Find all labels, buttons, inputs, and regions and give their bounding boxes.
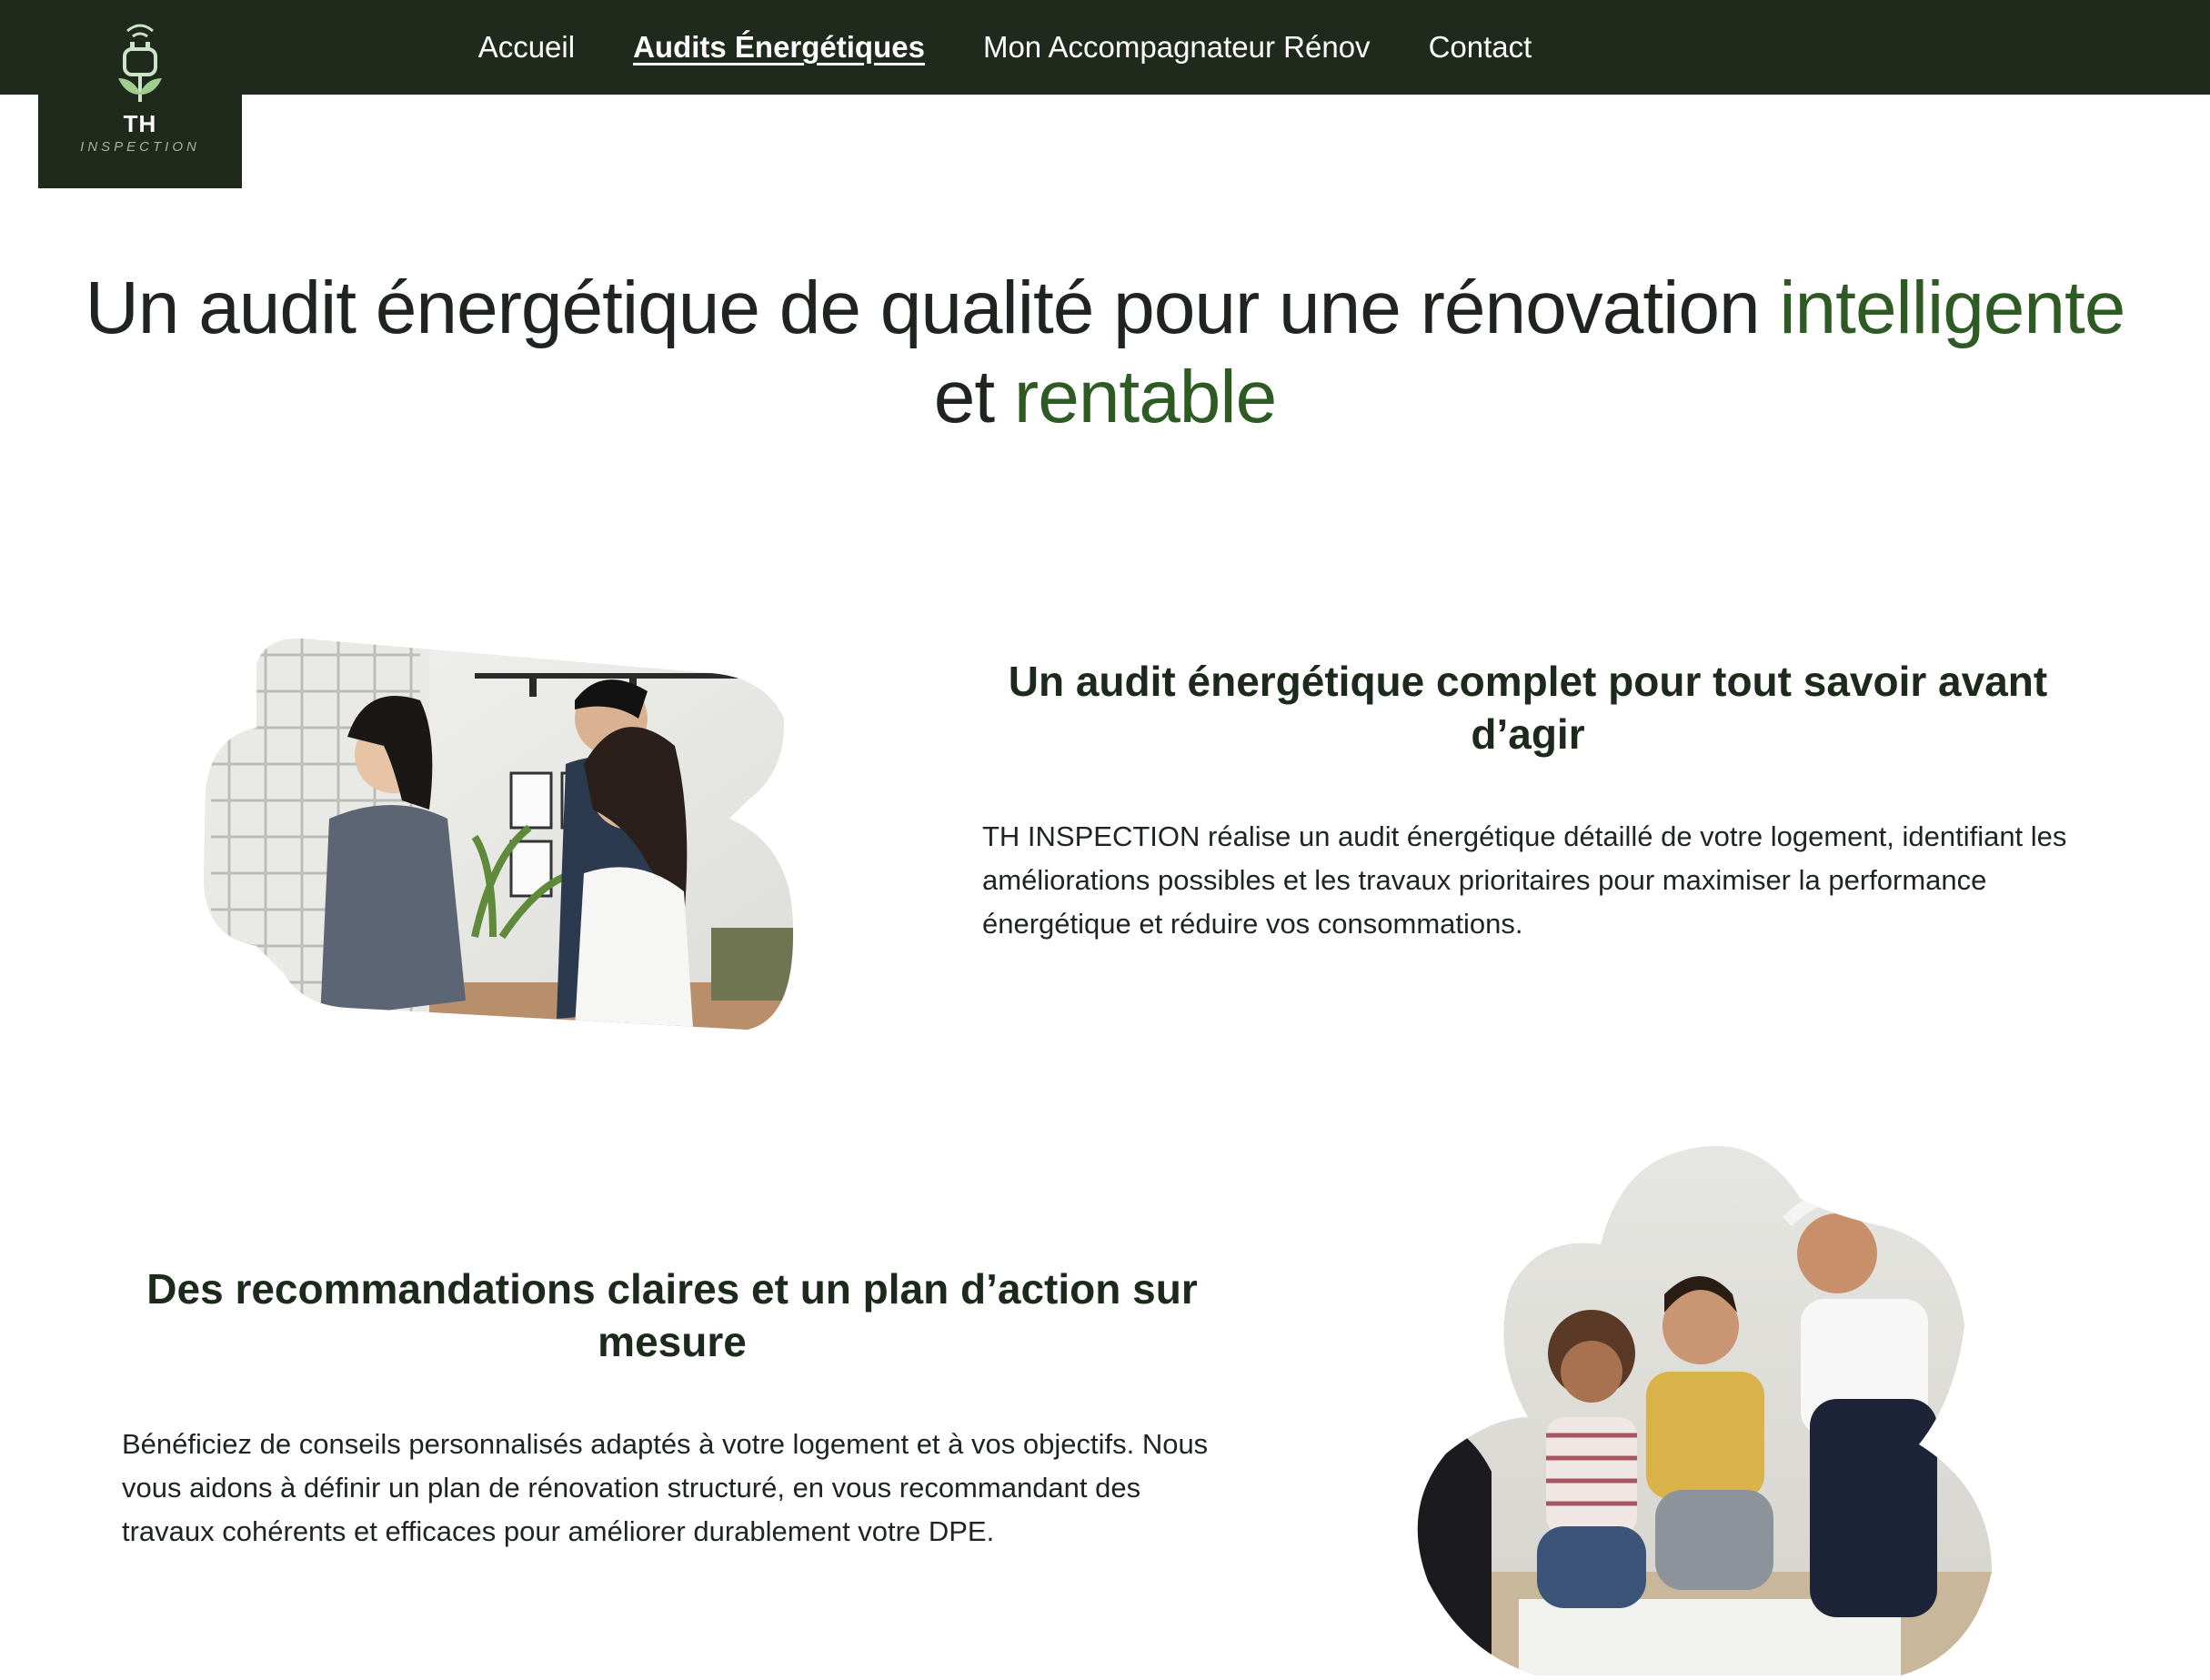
nav-link-accompagnateur-renov[interactable]: Mon Accompagnateur Rénov xyxy=(983,30,1371,65)
logo-text-inspection: INSPECTION xyxy=(80,139,200,155)
section-text-recommandations: Bénéficiez de conseils personnalisés ada… xyxy=(122,1428,1209,1547)
audit-complet-section: Un audit énergétique complet pour tout s… xyxy=(982,655,2074,946)
title-part-2: et xyxy=(933,356,1014,438)
title-highlight-intelligente: intelligente xyxy=(1779,267,2125,349)
title-highlight-rentable: rentable xyxy=(1013,356,1277,438)
meeting-photo xyxy=(202,637,795,1033)
top-navbar: Accueil Audits Énergétiques Mon Accompag… xyxy=(0,0,2210,95)
page-title: Un audit énergétique de qualité pour une… xyxy=(55,264,2155,442)
logo-text-th: TH xyxy=(123,110,157,137)
title-part-1: Un audit énergétique de qualité pour une… xyxy=(85,267,1780,349)
nav-link-contact[interactable]: Contact xyxy=(1429,30,1532,65)
section-title-recommandations: Des recommandations claires et un plan d… xyxy=(146,1265,1198,1365)
main-nav: Accueil Audits Énergétiques Mon Accompag… xyxy=(0,0,2210,95)
site-logo[interactable]: TH INSPECTION xyxy=(38,0,242,188)
team-planning-photo xyxy=(1410,1144,2010,1675)
section-title-audit-complet: Un audit énergétique complet pour tout s… xyxy=(1008,658,2048,758)
nav-link-accueil[interactable]: Accueil xyxy=(478,30,575,65)
plug-leaf-icon xyxy=(115,22,166,110)
nav-link-audits-energetiques[interactable]: Audits Énergétiques xyxy=(633,30,925,65)
recommandations-section: Des recommandations claires et un plan d… xyxy=(122,1263,1222,1554)
section-text-audit-complet: TH INSPECTION réalise un audit énergétiq… xyxy=(982,820,2067,940)
